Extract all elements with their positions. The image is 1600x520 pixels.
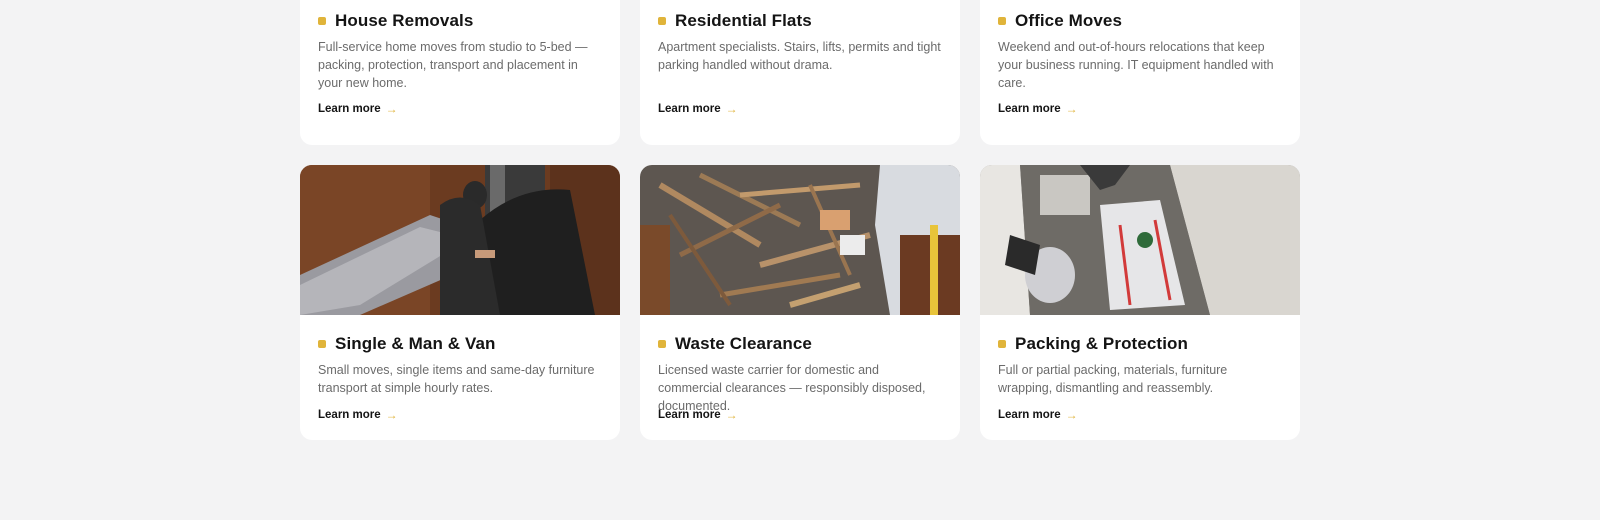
learn-more-link[interactable]: Learn more → bbox=[658, 102, 738, 116]
service-card-man-and-van[interactable]: Single & Man & Van Small moves, single i… bbox=[300, 165, 620, 440]
arrow-right-icon: → bbox=[1065, 102, 1078, 116]
service-description: Weekend and out-of-hours relocations tha… bbox=[998, 40, 1274, 90]
service-description: Small moves, single items and same-day f… bbox=[318, 363, 595, 395]
learn-more-label: Learn more bbox=[998, 409, 1061, 421]
learn-more-link[interactable]: Learn more → bbox=[318, 408, 398, 422]
bullet-icon bbox=[318, 17, 326, 25]
learn-more-label: Learn more bbox=[318, 409, 381, 421]
arrow-right-icon: → bbox=[1065, 408, 1078, 422]
service-title: Single & Man & Van bbox=[335, 334, 496, 353]
learn-more-label: Learn more bbox=[658, 103, 721, 115]
learn-more-link[interactable]: Learn more → bbox=[318, 102, 398, 116]
service-title: Office Moves bbox=[1015, 11, 1123, 30]
bullet-icon bbox=[998, 340, 1006, 348]
services-grid: House Removals Full-service home moves f… bbox=[300, 0, 1300, 440]
learn-more-link[interactable]: Learn more → bbox=[998, 408, 1078, 422]
service-description: Apartment specialists. Stairs, lifts, pe… bbox=[658, 40, 941, 72]
service-photo bbox=[300, 165, 620, 315]
learn-more-label: Learn more bbox=[998, 103, 1061, 115]
arrow-right-icon: → bbox=[725, 102, 738, 116]
service-card-waste-clearance[interactable]: Waste Clearance Licensed waste carrier f… bbox=[640, 165, 960, 440]
service-card-residential-flats[interactable]: Residential Flats Apartment specialists.… bbox=[640, 0, 960, 145]
learn-more-label: Learn more bbox=[658, 409, 721, 421]
service-card-office-moves[interactable]: Office Moves Weekend and out-of-hours re… bbox=[980, 0, 1300, 145]
bullet-icon bbox=[658, 340, 666, 348]
arrow-right-icon: → bbox=[385, 102, 398, 116]
service-title: Waste Clearance bbox=[675, 334, 812, 353]
bullet-icon bbox=[658, 17, 666, 25]
service-photo bbox=[980, 165, 1300, 315]
arrow-right-icon: → bbox=[725, 408, 738, 422]
service-description: Full or partial packing, materials, furn… bbox=[998, 363, 1228, 395]
learn-more-link[interactable]: Learn more → bbox=[998, 102, 1078, 116]
bullet-icon bbox=[998, 17, 1006, 25]
service-description: Licensed waste carrier for domestic and … bbox=[658, 363, 926, 413]
learn-more-link[interactable]: Learn more → bbox=[658, 408, 738, 422]
arrow-right-icon: → bbox=[385, 408, 398, 422]
service-card-house-removals[interactable]: House Removals Full-service home moves f… bbox=[300, 0, 620, 145]
service-card-packing-protection[interactable]: Packing & Protection Full or partial pac… bbox=[980, 165, 1300, 440]
service-title: House Removals bbox=[335, 11, 474, 30]
bullet-icon bbox=[318, 340, 326, 348]
service-photo bbox=[640, 165, 960, 315]
learn-more-label: Learn more bbox=[318, 103, 381, 115]
service-title: Packing & Protection bbox=[1015, 334, 1188, 353]
service-title: Residential Flats bbox=[675, 11, 812, 30]
service-description: Full-service home moves from studio to 5… bbox=[318, 40, 588, 90]
